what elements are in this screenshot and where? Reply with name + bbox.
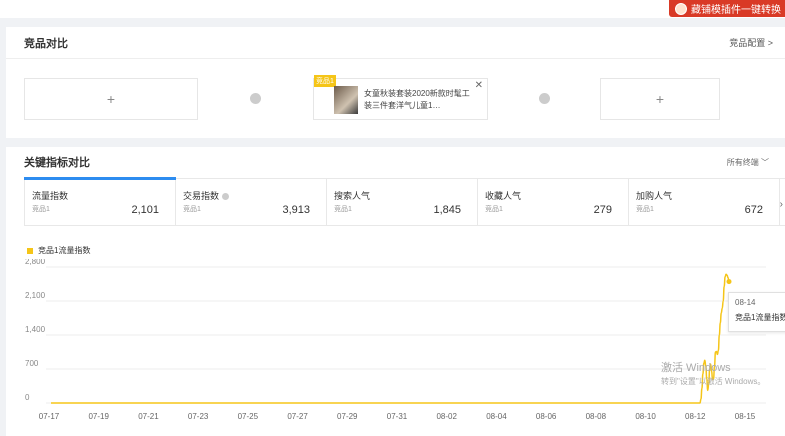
metrics-title: 关键指标对比 xyxy=(24,157,90,169)
series-line xyxy=(51,273,730,404)
product-title: 女童秋装套装2020新款时髦工装三件套洋气儿童1… xyxy=(364,89,470,110)
key-metrics-card: 关键指标对比 所有终端 ﹀ 流量指数 竞品1 2,101 交易指数 竞品1 3,… xyxy=(6,147,785,436)
competitor-config-link[interactable]: 竞品配置 > xyxy=(729,36,773,49)
x-tick-label: 08-12 xyxy=(685,412,706,421)
x-tick-label: 08-08 xyxy=(586,412,607,421)
chart-tooltip: 08-14 竞品1流量指数 xyxy=(728,292,785,332)
top-bar: 藏铺模插件一键转换 xyxy=(0,0,785,18)
metric-value: 2,101 xyxy=(131,204,159,216)
plus-icon: + xyxy=(655,91,665,107)
chart-legend[interactable]: 竞品1流量指数 xyxy=(27,245,90,256)
x-tick-label: 08-04 xyxy=(486,412,507,421)
metric-value: 279 xyxy=(593,204,612,216)
x-tick-label: 07-17 xyxy=(39,412,60,421)
metric-name: 加购人气 xyxy=(636,191,673,201)
x-tick-label: 07-27 xyxy=(287,412,308,421)
x-tick-label: 07-31 xyxy=(387,412,408,421)
x-tick-label: 08-06 xyxy=(536,412,557,421)
metric-tab-search[interactable]: 搜索人气 竞品1 1,845 xyxy=(327,179,478,225)
metric-name: 流量指数 xyxy=(32,191,69,201)
add-competitor-slot-1[interactable]: + xyxy=(24,78,198,120)
plugin-logo-icon xyxy=(675,2,687,15)
compare-title: 竞品对比 xyxy=(24,37,68,50)
metric-tab-trade[interactable]: 交易指数 竞品1 3,913 xyxy=(176,179,327,225)
metric-tab-cart[interactable]: 加购人气 竞品1 672 xyxy=(629,179,780,225)
add-competitor-slot-2[interactable]: + xyxy=(600,78,720,120)
metrics-next-arrow-icon[interactable]: › xyxy=(780,199,783,210)
x-tick-label: 07-25 xyxy=(238,412,259,421)
device-filter-dropdown[interactable]: 所有终端 ﹀ xyxy=(727,157,769,168)
x-tick-label: 08-15 xyxy=(735,412,756,421)
metric-name: 收藏人气 xyxy=(485,191,522,201)
x-tick-label: 07-23 xyxy=(188,412,209,421)
metric-value: 1,845 xyxy=(433,204,461,216)
y-tick-label: 1,400 xyxy=(25,325,46,334)
x-tick-label: 08-10 xyxy=(635,412,656,421)
traffic-line-chart[interactable]: 0 700 1,400 2,100 2,800 07-17 07-19 07-21 07-23 0… xyxy=(6,259,785,436)
metric-value: 672 xyxy=(744,204,763,216)
legend-label: 竞品1流量指数 xyxy=(38,246,91,255)
slot-separator-dot xyxy=(539,93,550,104)
metric-name: 交易指数 xyxy=(183,191,220,201)
info-icon[interactable] xyxy=(222,193,230,201)
data-point xyxy=(726,279,732,285)
metric-tabs: 流量指数 竞品1 2,101 交易指数 竞品1 3,913 搜索人气 竞品1 1… xyxy=(24,177,785,226)
tooltip-series: 竞品1流量指数 xyxy=(735,313,785,322)
y-tick-label: 2,800 xyxy=(25,259,46,266)
y-tick-label: 2,100 xyxy=(25,291,46,300)
y-tick-label: 0 xyxy=(25,393,30,402)
competitor-product-card[interactable]: 竞品1 女童秋装套装2020新款时髦工装三件套洋气儿童1… ✕ xyxy=(313,75,488,120)
competitor-badge: 竞品1 xyxy=(314,75,336,87)
y-tick-label: 700 xyxy=(25,359,39,368)
x-tick-label: 07-21 xyxy=(138,412,159,421)
slot-separator-dot xyxy=(250,93,261,104)
plugin-convert-label: 藏铺模插件一键转换 xyxy=(691,5,781,16)
competitor-compare-card: 竞品对比 竞品配置 > + 竞品1 女童秋装套装2020新款时髦工装三件套洋气儿… xyxy=(6,27,785,138)
plugin-convert-button[interactable]: 藏铺模插件一键转换 xyxy=(669,0,785,17)
x-tick-label: 07-29 xyxy=(337,412,358,421)
product-thumbnail xyxy=(334,86,358,114)
legend-swatch xyxy=(27,247,33,254)
watermark-line2: 转到"设置"以激活 Windows。 xyxy=(661,377,766,386)
plus-icon: + xyxy=(106,91,116,107)
x-tick-label: 07-19 xyxy=(88,412,109,421)
watermark-line1: 激活 Windows xyxy=(661,362,731,374)
remove-competitor-close-icon[interactable]: ✕ xyxy=(475,80,483,91)
metric-tab-favorite[interactable]: 收藏人气 竞品1 279 xyxy=(478,179,629,225)
metric-tab-traffic[interactable]: 流量指数 竞品1 2,101 xyxy=(24,177,176,225)
metric-name: 搜索人气 xyxy=(334,191,371,201)
windows-activation-watermark: 激活 Windows 转到"设置"以激活 Windows。 xyxy=(661,359,765,387)
x-tick-label: 08-02 xyxy=(436,412,457,421)
metric-value: 3,913 xyxy=(282,204,310,216)
tooltip-date: 08-14 xyxy=(735,298,756,307)
